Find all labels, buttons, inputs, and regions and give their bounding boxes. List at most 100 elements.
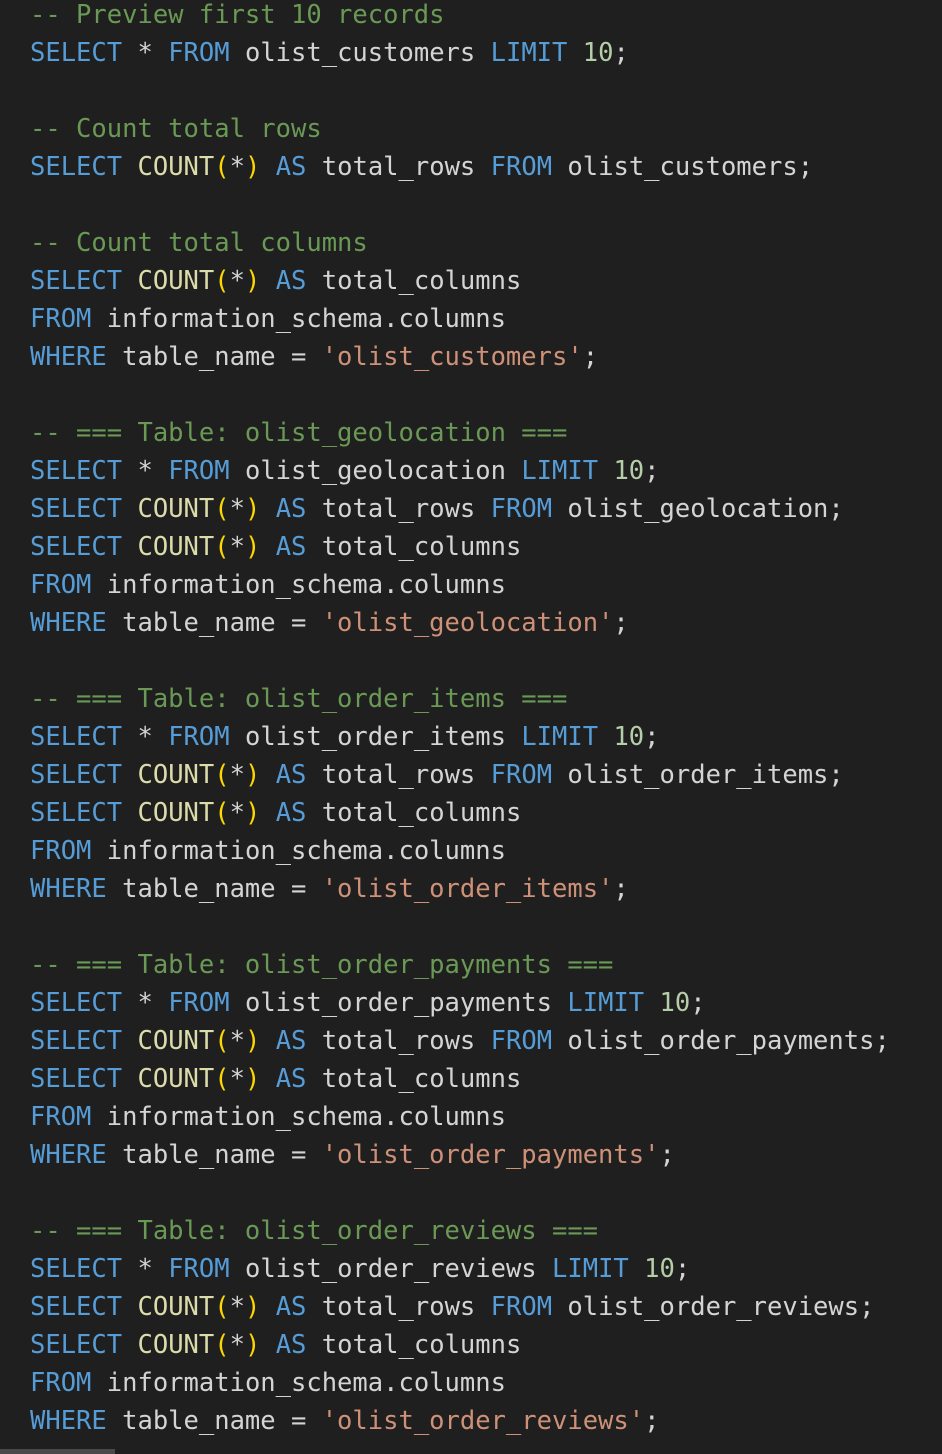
operator-token: ;: [613, 874, 629, 904]
code-line[interactable]: SELECT * FROM olist_customers LIMIT 10;: [30, 34, 890, 72]
blank-line[interactable]: [30, 1174, 890, 1212]
code-line[interactable]: SELECT COUNT(*) AS total_columns: [30, 794, 890, 832]
code-line[interactable]: SELECT COUNT(*) AS total_columns: [30, 262, 890, 300]
identifier-token: olist_customers;: [552, 152, 814, 182]
operator-token: [260, 1026, 275, 1056]
code-line[interactable]: FROM information_schema.columns: [30, 1098, 890, 1136]
code-line[interactable]: SELECT COUNT(*) AS total_rows FROM olist…: [30, 1022, 890, 1060]
operator-token: [260, 1292, 275, 1322]
function-token: COUNT: [137, 532, 215, 562]
code-line[interactable]: FROM information_schema.columns: [30, 832, 890, 870]
code-line[interactable]: -- Count total columns: [30, 224, 890, 262]
identifier-token: total_rows: [306, 760, 491, 790]
identifier-token: total_columns: [306, 798, 522, 828]
paren-token: ): [244, 1064, 261, 1094]
function-token: COUNT: [137, 1064, 215, 1094]
code-line[interactable]: SELECT COUNT(*) AS total_columns: [30, 1060, 890, 1098]
keyword-token: FROM: [168, 456, 230, 486]
number-token: 10: [644, 1254, 675, 1284]
paren-token: ): [244, 532, 261, 562]
blank-line[interactable]: [30, 642, 890, 680]
blank-line[interactable]: [30, 72, 890, 110]
paren-token: (: [214, 1330, 230, 1360]
horizontal-scrollbar[interactable]: [0, 1449, 115, 1454]
number-token: 10: [613, 722, 645, 752]
code-line[interactable]: WHERE table_name = 'olist_geolocation';: [30, 604, 890, 642]
code-line[interactable]: SELECT * FROM olist_order_reviews LIMIT …: [30, 1250, 890, 1288]
identifier-token: total_columns: [306, 532, 522, 562]
operator-token: [260, 760, 275, 790]
keyword-token: SELECT: [30, 532, 123, 562]
code-line[interactable]: SELECT COUNT(*) AS total_rows FROM olist…: [30, 1288, 890, 1326]
blank-line[interactable]: [30, 376, 890, 414]
operator-token: *: [229, 760, 245, 790]
code-area[interactable]: -- Preview first 10 records SELECT * FROM…: [30, 0, 890, 1440]
code-line[interactable]: -- === Table: olist_order_payments ===: [30, 946, 890, 984]
code-line[interactable]: SELECT * FROM olist_order_items LIMIT 10…: [30, 718, 890, 756]
code-line[interactable]: WHERE table_name = 'olist_order_items';: [30, 870, 890, 908]
code-line[interactable]: -- === Table: olist_geolocation ===: [30, 414, 890, 452]
code-line[interactable]: SELECT COUNT(*) AS total_rows FROM olist…: [30, 756, 890, 794]
identifier-token: table_name =: [106, 1140, 322, 1170]
operator-token: *: [122, 988, 169, 1018]
keyword-token: FROM: [490, 1292, 553, 1322]
identifier-token: olist_customers: [229, 38, 491, 68]
code-line[interactable]: SELECT COUNT(*) AS total_rows FROM olist…: [30, 148, 890, 186]
identifier-token: table_name =: [106, 608, 322, 638]
code-line[interactable]: SELECT * FROM olist_geolocation LIMIT 10…: [30, 452, 890, 490]
keyword-token: FROM: [168, 722, 230, 752]
operator-token: [122, 494, 137, 524]
keyword-token: SELECT: [30, 456, 123, 486]
code-line[interactable]: WHERE table_name = 'olist_order_payments…: [30, 1136, 890, 1174]
operator-token: *: [229, 798, 245, 828]
paren-token: (: [214, 152, 230, 182]
code-line[interactable]: SELECT COUNT(*) AS total_columns: [30, 528, 890, 566]
keyword-token: SELECT: [30, 1330, 123, 1360]
operator-token: [122, 266, 137, 296]
operator-token: *: [122, 38, 169, 68]
identifier-token: information_schema.columns: [91, 836, 506, 866]
code-line[interactable]: SELECT * FROM olist_order_payments LIMIT…: [30, 984, 890, 1022]
operator-token: [122, 760, 137, 790]
code-line[interactable]: WHERE table_name = 'olist_order_reviews'…: [30, 1402, 890, 1440]
operator-token: ;: [674, 1254, 691, 1284]
blank-line[interactable]: [30, 186, 890, 224]
string-token: 'olist_geolocation': [321, 608, 614, 638]
code-line[interactable]: SELECT COUNT(*) AS total_rows FROM olist…: [30, 490, 890, 528]
operator-token: *: [122, 456, 169, 486]
keyword-token: AS: [275, 1330, 307, 1360]
keyword-token: AS: [275, 1292, 307, 1322]
operator-token: *: [122, 722, 169, 752]
keyword-token: SELECT: [30, 494, 123, 524]
code-line[interactable]: WHERE table_name = 'olist_customers';: [30, 338, 890, 376]
operator-token: *: [229, 532, 245, 562]
operator-token: [122, 798, 137, 828]
keyword-token: LIMIT: [490, 38, 568, 68]
paren-token: (: [214, 532, 230, 562]
operator-token: [122, 1064, 137, 1094]
code-line[interactable]: -- Preview first 10 records: [30, 0, 890, 34]
blank-line[interactable]: [30, 908, 890, 946]
keyword-token: WHERE: [30, 608, 107, 638]
function-token: COUNT: [137, 1292, 215, 1322]
code-line[interactable]: -- Count total rows: [30, 110, 890, 148]
operator-token: [260, 1330, 275, 1360]
operator-token: *: [229, 494, 245, 524]
operator-token: [644, 988, 659, 1018]
code-line[interactable]: FROM information_schema.columns: [30, 300, 890, 338]
operator-token: ;: [690, 988, 706, 1018]
keyword-token: LIMIT: [521, 456, 599, 486]
code-line[interactable]: FROM information_schema.columns: [30, 566, 890, 604]
code-line[interactable]: -- === Table: olist_order_reviews ===: [30, 1212, 890, 1250]
paren-token: (: [214, 798, 230, 828]
keyword-token: AS: [275, 152, 307, 182]
identifier-token: total_columns: [306, 1330, 522, 1360]
code-line[interactable]: SELECT COUNT(*) AS total_columns: [30, 1326, 890, 1364]
identifier-token: total_columns: [306, 1064, 522, 1094]
code-editor[interactable]: -- Preview first 10 records SELECT * FROM…: [0, 0, 942, 1454]
paren-token: (: [214, 760, 230, 790]
code-line[interactable]: -- === Table: olist_order_items ===: [30, 680, 890, 718]
code-line[interactable]: FROM information_schema.columns: [30, 1364, 890, 1402]
keyword-token: WHERE: [30, 874, 107, 904]
keyword-token: AS: [275, 532, 307, 562]
